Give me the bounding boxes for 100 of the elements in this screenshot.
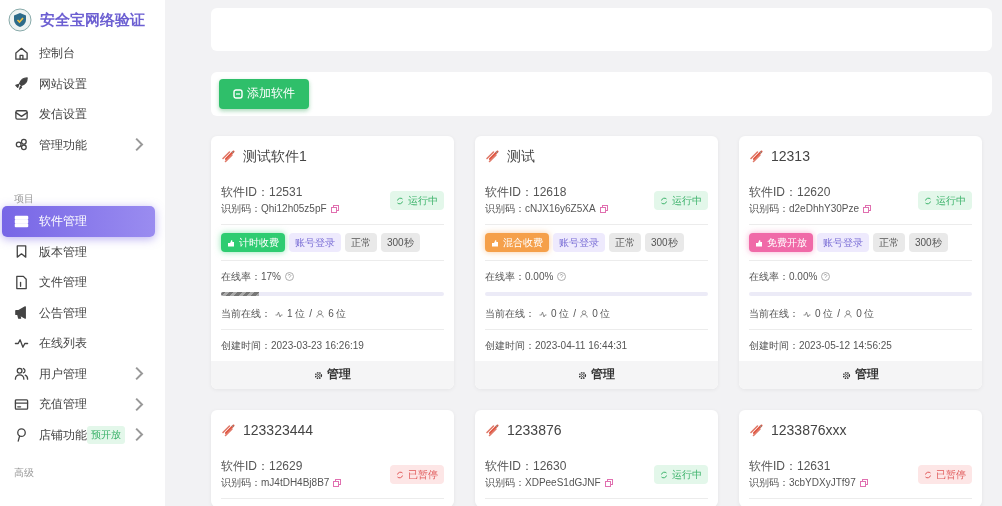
- sidebar-item[interactable]: 文件管理: [2, 267, 155, 298]
- info-tag: 账号登录: [817, 233, 869, 252]
- nodes-icon: [14, 137, 29, 153]
- megaphone-icon: [14, 305, 29, 321]
- info-tag: 账号登录: [553, 233, 605, 252]
- refresh-icon: [396, 196, 404, 205]
- online-total-count: 0 位: [856, 307, 875, 321]
- online-total-count: 6 位: [328, 307, 347, 321]
- section-heading: 项目: [13, 192, 35, 206]
- identifier-code: 识别码：d2eDhhY30Pze: [749, 202, 860, 216]
- online-now-count: 1 位: [287, 307, 306, 321]
- info-tag: 正常: [609, 233, 641, 252]
- separator-slash: /: [837, 307, 841, 321]
- gear-icon: [578, 370, 587, 380]
- thumbs-up-icon: [755, 238, 763, 247]
- sidebar-item[interactable]: 软件管理: [2, 206, 155, 237]
- online-rate: 在线率：17%: [221, 270, 281, 284]
- software-id: 软件ID：12620: [749, 184, 832, 201]
- status-tag: 运行中: [654, 191, 708, 210]
- refresh-icon: [924, 470, 932, 479]
- identifier-code: 识别码：Qhi12h05z5pF: [221, 202, 327, 216]
- list-icon: [14, 213, 29, 229]
- online-total-count: 0 位: [592, 307, 611, 321]
- sidebar-item[interactable]: 公告管理: [2, 297, 155, 328]
- gear-icon: [314, 370, 323, 380]
- created-time: 创建时间：2023-03-23 16:26:19: [221, 339, 365, 353]
- refresh-icon: [660, 470, 668, 479]
- manage-button[interactable]: 管理: [475, 361, 718, 389]
- refresh-icon: [660, 196, 668, 205]
- online-now-count: 0 位: [815, 307, 834, 321]
- software-name: 12313: [771, 147, 810, 166]
- software-name: 1233876xxx: [771, 421, 847, 440]
- manage-button[interactable]: 管理: [739, 361, 982, 389]
- help-icon: [285, 272, 294, 281]
- info-tag: 300秒: [909, 233, 948, 252]
- sidebar-item[interactable]: 版本管理: [2, 236, 155, 267]
- section-heading: 高级: [13, 466, 35, 480]
- software-name: 测试软件1: [243, 147, 307, 166]
- bookmark-icon: [14, 244, 29, 260]
- manage-button[interactable]: 管理: [211, 361, 454, 389]
- user-icon: [580, 309, 589, 318]
- identifier-code: 识别码：cNJX16y6Z5XA: [485, 202, 596, 216]
- status-tag: 已暂停: [390, 465, 444, 484]
- info-tag: 300秒: [645, 233, 684, 252]
- help-icon: [557, 272, 567, 281]
- sidebar-item[interactable]: 管理功能: [2, 129, 155, 160]
- users-icon: [14, 366, 29, 382]
- online-rate: 在线率：0.00%: [749, 270, 818, 284]
- online-label: 当前在线：: [221, 307, 271, 321]
- shield-logo-icon: [8, 8, 32, 32]
- identifier-code: 识别码：mJ4tDH4Bj8B7: [221, 476, 330, 490]
- gear-icon: [842, 370, 851, 380]
- software-id: 软件ID：12630: [485, 458, 568, 475]
- separator-slash: /: [309, 307, 313, 321]
- sidebar-item[interactable]: 发信设置: [2, 99, 155, 130]
- info-tag: 正常: [345, 233, 377, 252]
- identifier-code: 识别码：XDPeeS1dGJNF: [485, 476, 601, 490]
- info-tag: 300秒: [381, 233, 420, 252]
- info-tag: 正常: [873, 233, 905, 252]
- user-icon: [844, 309, 853, 318]
- online-label: 当前在线：: [485, 307, 535, 321]
- billing-tag: 混合收费: [485, 233, 549, 252]
- software-id: 软件ID：12629: [221, 458, 304, 475]
- identifier-code: 识别码：3cbYDXyJTf97: [749, 476, 856, 490]
- separator-slash: /: [573, 307, 577, 321]
- software-name: 测试: [507, 147, 535, 166]
- thumbs-up-icon: [227, 238, 235, 247]
- sidebar-item[interactable]: 网站设置: [2, 68, 155, 99]
- sidebar-item[interactable]: 店铺功能 预开放: [2, 419, 155, 450]
- info-tag: 账号登录: [289, 233, 341, 252]
- status-tag: 运行中: [918, 191, 972, 210]
- sidebar-item[interactable]: 用户管理: [2, 358, 155, 389]
- online-label: 当前在线：: [749, 307, 799, 321]
- status-tag: 运行中: [654, 465, 708, 484]
- user-icon: [316, 309, 325, 318]
- thumbs-up-icon: [491, 238, 499, 247]
- online-rate: 在线率：0.00%: [485, 270, 554, 284]
- preview-tag: 预开放: [87, 425, 125, 444]
- billing-tag: 计时收费: [221, 233, 285, 252]
- file-icon: [14, 274, 29, 290]
- billing-tag: 免费开放: [749, 233, 813, 252]
- software-id: 软件ID：12631: [749, 458, 832, 475]
- software-name: 123323444: [243, 421, 314, 440]
- home-icon: [14, 45, 29, 61]
- created-time: 创建时间：2023-05-12 14:56:25: [749, 339, 893, 353]
- activity-icon: [803, 309, 811, 318]
- card-icon: [14, 396, 29, 412]
- sidebar-item[interactable]: 控制台: [2, 38, 155, 69]
- activity-icon: [275, 309, 283, 318]
- online-now-count: 0 位: [551, 307, 570, 321]
- refresh-icon: [924, 196, 932, 205]
- brand-title: 安全宝网络验证: [40, 9, 145, 30]
- status-tag: 运行中: [390, 191, 444, 210]
- help-icon: [821, 272, 831, 281]
- status-tag: 已暂停: [918, 465, 972, 484]
- software-name: 1233876: [507, 421, 562, 440]
- activity-icon: [539, 309, 547, 318]
- created-time: 创建时间：2023-04-11 16:44:31: [485, 339, 629, 353]
- sidebar-item[interactable]: 在线列表: [2, 328, 155, 359]
- sidebar-item[interactable]: 充值管理: [2, 389, 155, 420]
